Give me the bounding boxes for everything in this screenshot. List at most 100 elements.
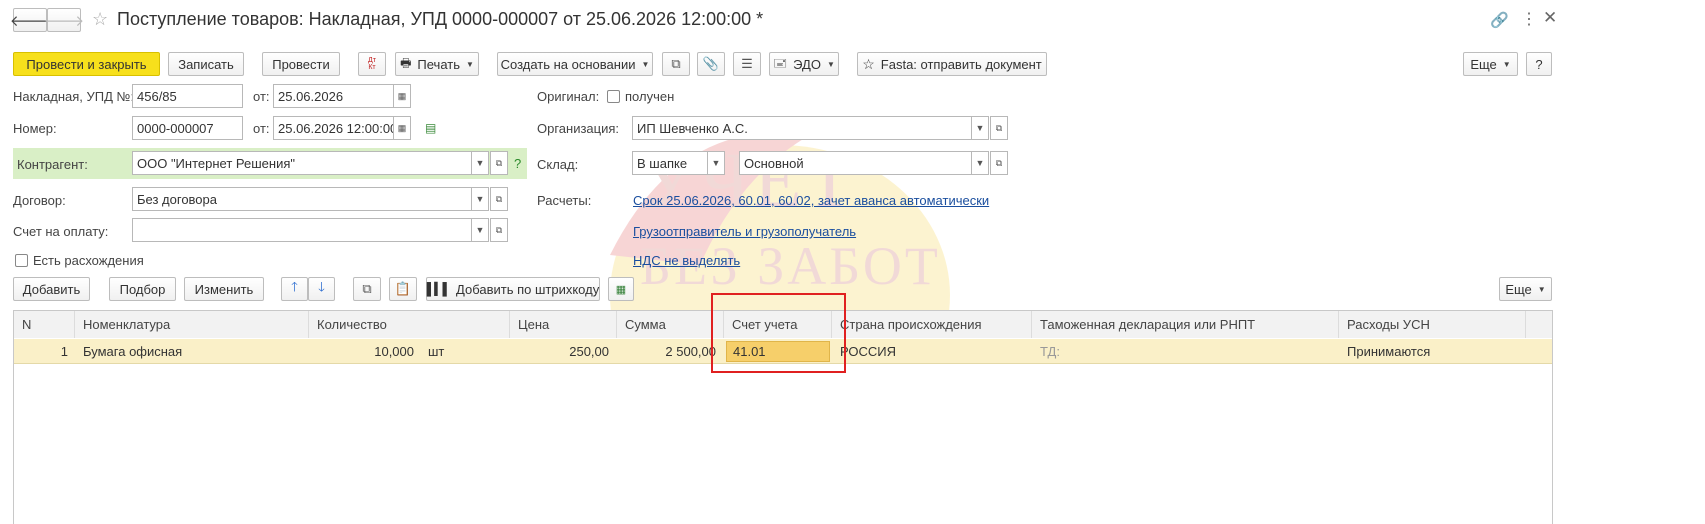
col-price[interactable]: Цена: [510, 311, 617, 338]
print-label: Печать: [417, 56, 460, 72]
excel-button[interactable]: ▦: [608, 277, 634, 301]
move-up-button[interactable]: 🡑: [281, 277, 308, 301]
cell-country[interactable]: РОССИЯ: [840, 339, 1020, 364]
counterparty-open[interactable]: ⧉: [490, 151, 508, 175]
more-button[interactable]: Еще ▼: [1463, 52, 1518, 76]
warehouse-dropdown[interactable]: ▼: [971, 151, 989, 175]
paste-row-button[interactable]: 📋: [389, 277, 417, 301]
cell-sum[interactable]: 2 500,00: [617, 339, 716, 364]
doc-date-field[interactable]: 25.06.2026 12:00:00: [273, 116, 394, 140]
col-extra: [1526, 311, 1552, 338]
attach-button[interactable]: 📎: [697, 52, 725, 76]
payment-open[interactable]: ⧉: [490, 218, 508, 242]
calendar-icon: ▦: [397, 122, 407, 133]
chevron-down-icon: ▼: [641, 59, 650, 69]
close-button[interactable]: ✕: [1543, 8, 1557, 28]
warehouse-mode-dropdown[interactable]: ▼: [707, 151, 725, 175]
original-check-label: получен: [625, 89, 675, 104]
original-checkbox[interactable]: [607, 90, 620, 103]
org-field[interactable]: ИП Шевченко А.С.: [632, 116, 972, 140]
col-sum[interactable]: Сумма: [617, 311, 724, 338]
contract-open[interactable]: ⧉: [490, 187, 508, 211]
cell-price[interactable]: 250,00: [510, 339, 609, 364]
copy-row-button[interactable]: ⧉: [353, 277, 381, 301]
calendar-button[interactable]: ▦: [393, 84, 411, 108]
pick-label: Подбор: [119, 281, 166, 297]
warehouse-mode-field[interactable]: В шапке: [632, 151, 708, 175]
org-dropdown[interactable]: ▼: [971, 116, 989, 140]
payment-field[interactable]: [132, 218, 472, 242]
table-more-button[interactable]: Еще ▼: [1499, 277, 1552, 301]
cell-item[interactable]: Бумага офисная: [83, 339, 273, 364]
window-menu-button[interactable]: ⋮: [1521, 9, 1537, 29]
more-label: Еще: [1470, 56, 1497, 72]
cell-qty[interactable]: 10,000: [309, 339, 414, 364]
org-open[interactable]: ⧉: [990, 116, 1008, 140]
link-icon: 🔗: [1490, 12, 1509, 29]
help-button[interactable]: ?: [1526, 52, 1552, 76]
counterparty-field[interactable]: ООО "Интернет Решения": [132, 151, 472, 175]
warehouse-field[interactable]: Основной: [739, 151, 972, 175]
watermark-line1: УЧЕТ: [640, 136, 858, 223]
journal-entry-icon[interactable]: ▤: [425, 121, 436, 135]
payment-dropdown[interactable]: ▼: [471, 218, 489, 242]
star-outline-icon: ☆: [862, 55, 875, 72]
link-button[interactable]: 🔗: [1490, 11, 1509, 29]
save-button[interactable]: Записать: [168, 52, 244, 76]
col-country[interactable]: Страна происхождения: [832, 311, 1032, 338]
chevron-down-icon: ▼: [475, 158, 485, 168]
counterparty-help[interactable]: ?: [514, 156, 521, 171]
warehouse-open[interactable]: ⧉: [990, 151, 1008, 175]
open-icon: ⧉: [495, 224, 503, 235]
settlements-label: Расчеты:: [537, 193, 592, 208]
col-n[interactable]: N: [14, 311, 75, 338]
settlements-link[interactable]: Срок 25.06.2026, 60.01, 60.02, зачет ава…: [633, 193, 989, 208]
post-and-close-label: Провести и закрыть: [26, 56, 147, 72]
from2-label: от:: [253, 121, 270, 136]
forward-button[interactable]: 🡒: [44, 8, 84, 32]
create-based-button[interactable]: Создать на основании ▼: [497, 52, 653, 76]
invoice-date-field[interactable]: 25.06.2026: [273, 84, 394, 108]
col-qty[interactable]: Количество: [309, 311, 510, 338]
contract-dropdown[interactable]: ▼: [471, 187, 489, 211]
counterparty-label: Контрагент:: [17, 157, 88, 172]
structure-button[interactable]: ⧉: [662, 52, 690, 76]
print-button[interactable]: 🖶 Печать ▼: [395, 52, 479, 76]
cell-customs[interactable]: ТД:: [1040, 339, 1090, 364]
move-down-button[interactable]: 🡓: [308, 277, 335, 301]
chevron-down-icon: ▼: [711, 158, 721, 168]
post-button[interactable]: Провести: [262, 52, 340, 76]
cell-unit[interactable]: шт: [428, 339, 488, 364]
post-label: Провести: [272, 56, 330, 72]
cell-n: 1: [60, 344, 68, 359]
post-and-close-button[interactable]: Провести и закрыть: [13, 52, 160, 76]
col-usn[interactable]: Расходы УСН: [1339, 311, 1526, 338]
table-more-label: Еще: [1505, 281, 1532, 297]
counterparty-dropdown[interactable]: ▼: [471, 151, 489, 175]
col-customs[interactable]: Таможенная декларация или РНПТ: [1032, 311, 1339, 338]
cell-usn[interactable]: Принимаются: [1347, 339, 1517, 364]
shipper-link[interactable]: Грузоотправитель и грузополучатель: [633, 224, 856, 239]
edo-button[interactable]: 🖃 ЭДО ▼: [769, 52, 839, 76]
barcode-button[interactable]: ▌▍▌ Добавить по штрихкоду: [426, 277, 600, 301]
paperclip-icon: 📎: [702, 56, 720, 71]
contract-field[interactable]: Без договора: [132, 187, 472, 211]
dtkt-button[interactable]: Дт Кт: [358, 52, 386, 76]
fasta-button[interactable]: ☆ Fasta: отправить документ: [857, 52, 1047, 76]
number-field[interactable]: 0000-000007: [132, 116, 243, 140]
chevron-down-icon: ▼: [826, 59, 835, 69]
add-row-button[interactable]: Добавить: [13, 277, 90, 301]
vat-link[interactable]: НДС не выделять: [633, 253, 740, 268]
calendar-button-2[interactable]: ▦: [393, 116, 411, 140]
col-item[interactable]: Номенклатура: [75, 311, 309, 338]
barcode-label: Добавить по штрихкоду: [456, 281, 600, 297]
original-label: Оригинал:: [537, 89, 600, 104]
journal-button[interactable]: ☰: [733, 52, 761, 76]
pick-button[interactable]: Подбор: [109, 277, 176, 301]
invoice-number-field[interactable]: 456/85: [132, 84, 243, 108]
change-button[interactable]: Изменить: [184, 277, 264, 301]
discrepancy-checkbox[interactable]: [15, 254, 28, 267]
back-button[interactable]: 🡐: [10, 8, 50, 32]
favorite-button[interactable]: ☆: [92, 9, 108, 30]
edo-label: ЭДО: [793, 56, 821, 72]
